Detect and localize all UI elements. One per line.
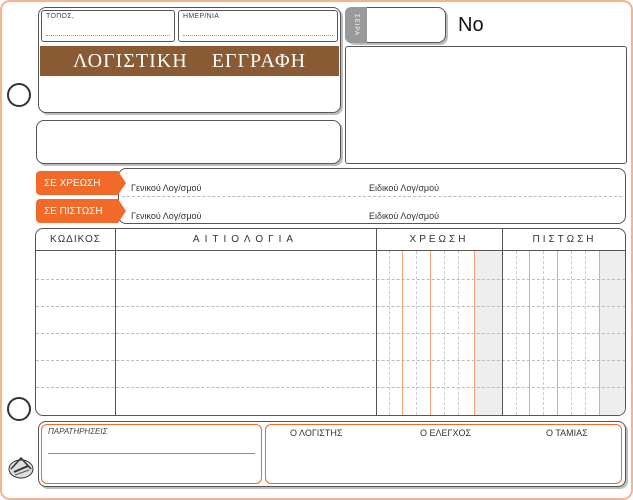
accounts-divider: [122, 196, 622, 197]
place-field[interactable]: ΤΟΠΟΣ,: [41, 10, 175, 42]
controller-signature: Ο ΕΛΕΓΧΟΣ: [420, 428, 472, 438]
entries-table: ΚΩΔΙΚΟΣ ΑΙΤΙΟΛΟΓΙΑ ΧΡΕΩΣΗ ΠΙΣΤΩΣΗ: [35, 228, 626, 416]
remarks-label: ΠΑΡΑΤΗΡΗΣΕΙΣ: [48, 427, 108, 436]
row-line: [36, 387, 625, 388]
credit-tag-label: ΣΕ ΠΙΣΤΩΣΗ: [44, 205, 103, 217]
digit-group-line: [529, 251, 530, 415]
series-label: ΣΕΙΡΑ: [353, 14, 359, 36]
digit-line: [543, 251, 544, 415]
digit-line: [416, 251, 417, 415]
cashier-signature: Ο ΤΑΜΙΑΣ: [546, 428, 588, 438]
credit-general-account: Γενικού Λογ/σμού: [131, 211, 202, 221]
title-gap: [188, 50, 212, 73]
column-header-description: ΑΙΤΙΟΛΟΓΙΑ: [115, 229, 376, 251]
title-word-2: ΕΓΓΡΑΦΗ: [211, 49, 307, 72]
remarks-box[interactable]: ΠΑΡΑΤΗΡΗΣΕΙΣ: [41, 424, 262, 484]
publisher-logo-icon: [8, 456, 34, 479]
date-label: ΗΜΕΡ/ΝΙΑ: [183, 13, 220, 20]
row-line: [36, 279, 625, 280]
debit-specific-account: Ειδικού Λογ/σμού: [369, 183, 440, 193]
document-title: ΛΟΓΙΣΤΙΚΗ ΕΓΓΡΑΦΗ: [40, 46, 339, 76]
binder-hole-top: [7, 83, 31, 107]
digit-line: [444, 251, 445, 415]
column-separator: [502, 229, 503, 415]
debit-tag-label: ΣΕ ΧΡΕΩΣΗ: [44, 177, 101, 189]
column-header-code: ΚΩΔΙΚΟΣ: [36, 229, 115, 251]
column-header-debit: ΧΡΕΩΣΗ: [376, 229, 502, 251]
credit-tag: ΣΕ ΠΙΣΤΩΣΗ: [36, 199, 126, 223]
remarks-line: [48, 453, 255, 454]
digit-line: [389, 251, 390, 415]
digit-line: [571, 251, 572, 415]
digit-line: [585, 251, 586, 415]
accountant-signature: Ο ΛΟΓΙΣΤΗΣ: [290, 428, 343, 438]
digit-group-line: [474, 251, 475, 415]
date-field[interactable]: ΗΜΕΡ/ΝΙΑ: [178, 10, 338, 42]
company-box: [345, 46, 627, 164]
row-line: [36, 360, 625, 361]
debit-tag: ΣΕ ΧΡΕΩΣΗ: [36, 171, 126, 195]
digit-group-line: [599, 251, 600, 415]
series-tab: ΣΕΙΡΑ: [345, 7, 367, 43]
credit-specific-account: Ειδικού Λογ/σμού: [369, 211, 440, 221]
number-label: No: [458, 14, 484, 36]
digit-line: [516, 251, 517, 415]
issuer-box: [36, 120, 341, 164]
place-label: ΤΟΠΟΣ,: [46, 13, 75, 20]
digit-group-line: [430, 251, 431, 415]
column-separator: [376, 229, 377, 415]
debit-general-account: Γενικού Λογ/σμού: [131, 183, 202, 193]
digit-group-line: [557, 251, 558, 415]
column-header-credit: ΠΙΣΤΩΣΗ: [502, 229, 625, 251]
column-separator: [115, 229, 116, 415]
digit-group-line: [402, 251, 403, 415]
digit-line: [458, 251, 459, 415]
row-line: [36, 333, 625, 334]
binder-hole-bottom: [7, 397, 31, 421]
title-word-1: ΛΟΓΙΣΤΙΚΗ: [72, 49, 188, 72]
row-line: [36, 306, 625, 307]
